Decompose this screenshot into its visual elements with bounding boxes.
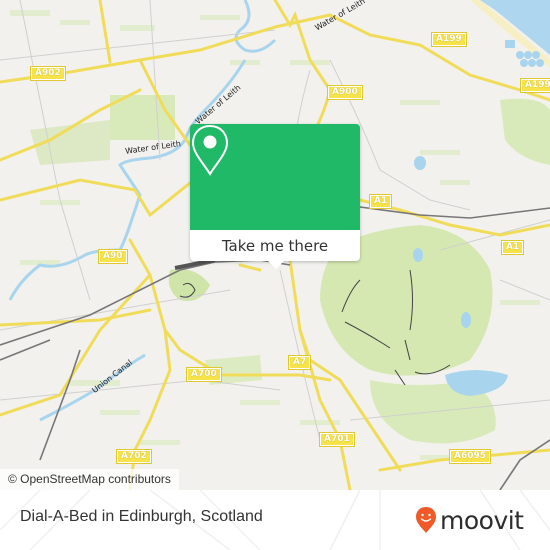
location-popup: Take me there <box>190 124 360 269</box>
popup-header <box>190 124 360 230</box>
road-label-a199: A199 <box>431 32 467 47</box>
map[interactable]: A902 A900 A199 A199 A1 A1 A90 A700 A7 A7… <box>0 0 550 490</box>
moovit-wordmark: moovit <box>440 505 524 535</box>
road-label-a700: A700 <box>186 367 222 382</box>
pond <box>414 156 426 170</box>
place-title: Dial-A-Bed in Edinburgh, Scotland <box>20 508 263 525</box>
road-label-a900: A900 <box>327 85 363 100</box>
road-label-a702: A702 <box>116 449 152 464</box>
road-label-a6095: A6095 <box>448 449 492 464</box>
road-label-a1: A1 <box>368 194 393 209</box>
pond <box>413 248 423 262</box>
road-label-a902: A902 <box>30 66 66 81</box>
popup-pointer <box>268 261 284 269</box>
moovit-pin-icon <box>416 507 436 533</box>
moovit-logo[interactable]: moovit <box>415 502 524 538</box>
map-attribution[interactable]: © OpenStreetMap contributors <box>0 469 179 490</box>
location-pin-icon <box>191 124 229 176</box>
road-label-a701: A701 <box>319 432 355 447</box>
road-label-a1: A1 <box>500 240 525 255</box>
footer: Dial-A-Bed in Edinburgh, Scotland moovit <box>0 490 550 550</box>
road-label-a199: A199 <box>520 78 550 93</box>
take-me-there-button[interactable]: Take me there <box>190 230 360 261</box>
road-label-a7: A7 <box>287 355 312 370</box>
pond <box>461 312 471 328</box>
road-label-a90: A90 <box>98 249 128 264</box>
